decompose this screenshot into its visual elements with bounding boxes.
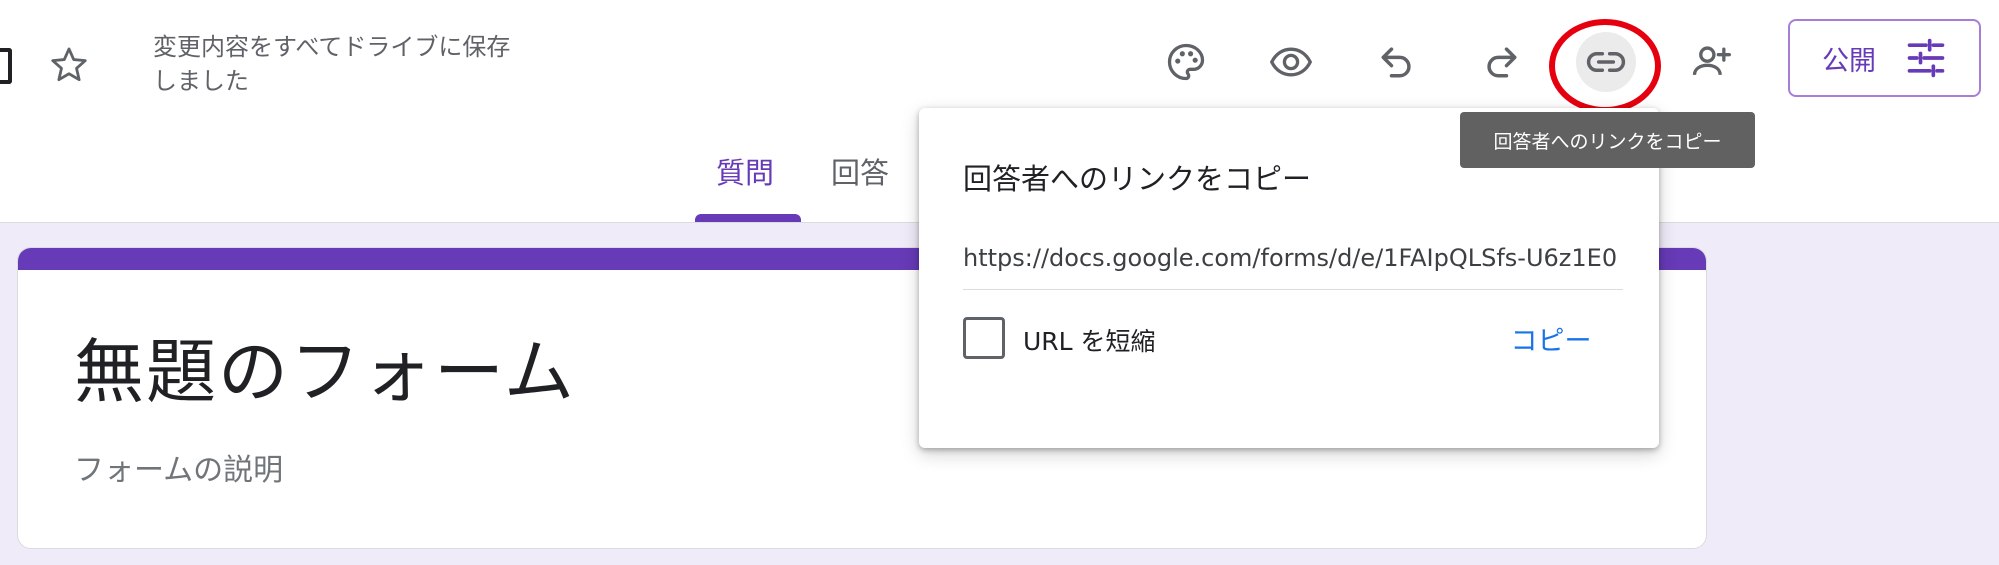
star-icon[interactable] [48,44,90,86]
redo-icon [1487,47,1517,78]
shorten-url-checkbox[interactable] [963,317,1005,359]
responder-link-field[interactable]: https://docs.google.com/forms/d/e/1FAIpQ… [963,238,1623,290]
shorten-url-label[interactable]: URL を短縮 [1023,322,1156,358]
redo-button[interactable] [1471,32,1531,92]
save-status-text: 変更内容をすべてドライブに保存しました [153,33,511,95]
link-tooltip: 回答者へのリンクをコピー [1460,112,1755,168]
forms-editor: 変更内容をすべてドライブに保存しました 公開 質問 回答 無題のフォーム フォー… [0,0,1999,565]
publish-button[interactable]: 公開 [1788,19,1981,97]
preview-button[interactable] [1261,32,1321,92]
top-bar: 変更内容をすべてドライブに保存しました 公開 [0,0,1999,113]
form-description[interactable]: フォームの説明 [74,445,283,489]
preview-eye-icon [1269,47,1313,77]
active-tab-indicator [695,214,801,222]
tune-icon [1907,38,1945,78]
undo-icon [1381,47,1411,78]
undo-button[interactable] [1367,32,1427,92]
copy-button[interactable]: コピー [1487,313,1615,363]
add-collaborator-icon [1692,46,1731,76]
add-collaborator-button[interactable] [1681,32,1741,92]
link-icon [1586,52,1626,72]
theme-button[interactable] [1156,32,1216,92]
form-title[interactable]: 無題のフォーム [74,316,576,417]
folder-icon[interactable] [0,48,12,84]
tab-responses[interactable]: 回答 [831,150,889,192]
tab-questions[interactable]: 質問 [716,150,774,192]
dialog-title: 回答者へのリンクをコピー [963,162,1312,196]
publish-label: 公開 [1822,45,1876,77]
copy-link-button[interactable] [1576,32,1636,92]
palette-icon [1167,43,1205,81]
